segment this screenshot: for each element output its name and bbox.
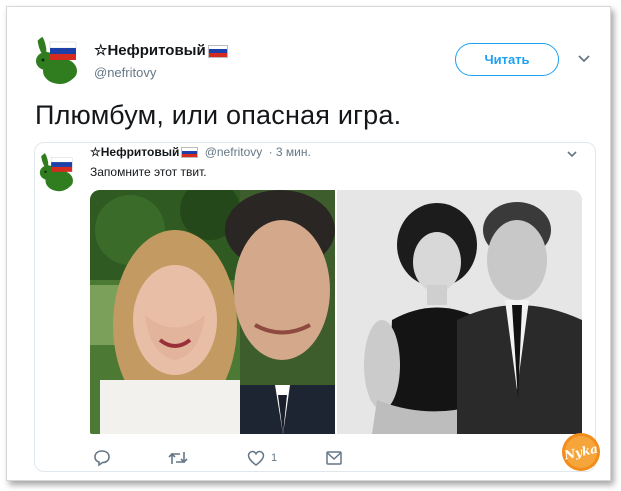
retweet-button[interactable] (168, 448, 188, 468)
action-bar: 1 (90, 448, 350, 470)
rabbit-flag-icon (35, 150, 77, 192)
russia-flag-icon (207, 44, 228, 58)
like-button[interactable]: 1 (247, 448, 277, 468)
author-handle[interactable]: @nefritovy (94, 65, 156, 80)
reply-icon (94, 450, 110, 467)
couple-selfie-photo (90, 190, 335, 434)
quoted-text: Запомните этот твит. (90, 165, 207, 179)
quoted-author-name[interactable]: ☆Нефритовый (90, 145, 179, 159)
direct-message-button[interactable] (325, 448, 343, 468)
quoted-author-handle[interactable]: @nefritovy (205, 145, 263, 159)
reply-button[interactable] (93, 448, 111, 468)
rabbit-flag-icon (30, 33, 82, 85)
follow-button[interactable]: Читать (455, 43, 559, 76)
photo-couple-color[interactable] (90, 190, 335, 434)
envelope-icon (326, 451, 342, 465)
retweet-icon (168, 452, 188, 464)
tweet-text: Плюмбум, или опасная игра. (35, 100, 402, 130)
author-name[interactable]: ☆Нефритовый (94, 41, 228, 59)
vintage-couple-photo (337, 190, 582, 434)
author-name-text: ☆Нефритовый (94, 42, 206, 59)
heart-icon (247, 450, 265, 466)
quoted-avatar[interactable] (35, 150, 77, 192)
avatar[interactable] (30, 33, 82, 85)
russia-flag-icon (181, 147, 199, 159)
chevron-down-icon[interactable] (566, 150, 578, 158)
photo-couple-bw[interactable] (337, 190, 582, 434)
quoted-time[interactable]: · 3 мин. (269, 145, 311, 159)
chevron-down-icon[interactable] (577, 54, 591, 64)
like-count: 1 (271, 452, 278, 464)
quoted-header: ☆Нефритовый @nefritovy · 3 мин. (90, 145, 311, 159)
